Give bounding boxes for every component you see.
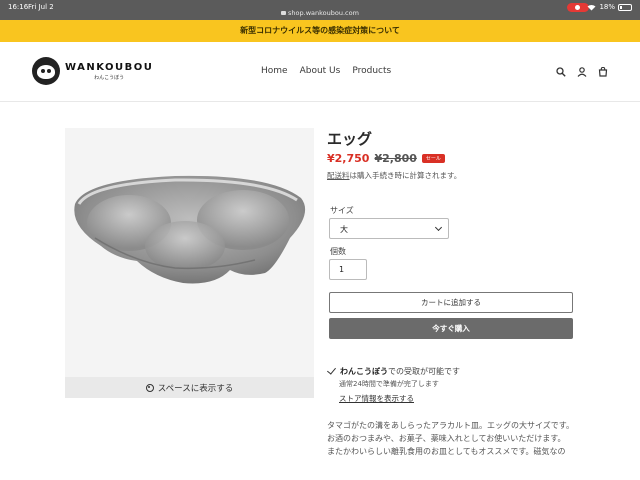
- logo-subtitle: わんこうぼう: [94, 74, 125, 81]
- product-description: タマゴがたの溝をあしらったアラカルト皿。エッグの大サイズです。 お酒のおつまみや…: [327, 419, 577, 458]
- product-image[interactable]: [65, 128, 314, 378]
- status-bar: 16:16 Fri Jul 2 shop.wankoubou.com 18%: [0, 0, 640, 20]
- shipping-text: は購入手続き時に計算されます。: [349, 171, 462, 180]
- sale-price: ¥2,750: [327, 152, 370, 165]
- product-title: エッグ: [327, 130, 373, 148]
- description-line: タマゴがたの溝をあしらったアラカルト皿。エッグの大サイズです。: [327, 421, 574, 430]
- description-line: またかわいらしい離乳食用のお皿としてもオススメです。磁気なの: [327, 447, 566, 456]
- nav-products[interactable]: Products: [352, 66, 391, 76]
- battery-percent: 18%: [599, 3, 615, 11]
- sale-badge: セール: [421, 154, 445, 163]
- search-icon[interactable]: [556, 67, 566, 77]
- nav-home[interactable]: Home: [261, 66, 288, 76]
- buy-now-button[interactable]: 今すぐ購入: [329, 318, 573, 339]
- price-row: ¥2,750 ¥2,800 セール: [327, 152, 445, 165]
- view-in-space-label: スペースに表示する: [157, 383, 234, 394]
- address-url[interactable]: shop.wankoubou.com: [0, 9, 640, 17]
- announcement-bar[interactable]: 新型コロナウイルス等の感染症対策について: [0, 20, 640, 42]
- status-right: 18%: [587, 3, 632, 11]
- wifi-icon: [587, 4, 596, 10]
- add-to-cart-button[interactable]: カートに追加する: [329, 292, 573, 313]
- main-nav: Home About Us Products: [261, 66, 391, 76]
- battery-icon: [618, 3, 632, 11]
- nav-about-us[interactable]: About Us: [300, 66, 341, 76]
- header-icons: [556, 67, 608, 77]
- pickup-store: わんこうぼう: [340, 367, 388, 376]
- size-value: 大: [340, 225, 348, 234]
- shipping-link[interactable]: 配送料: [327, 171, 350, 180]
- ar-cube-icon: [145, 383, 154, 392]
- shipping-note: 配送料は購入手続き時に計算されます。: [327, 170, 461, 181]
- view-in-space-button[interactable]: スペースに表示する: [65, 377, 314, 398]
- egg-plate-image: [74, 175, 306, 284]
- site-header: WANKOUBOU わんこうぼう Home About Us Products: [0, 42, 640, 102]
- cart-icon[interactable]: [598, 67, 608, 77]
- screen-record-icon: [567, 3, 589, 12]
- chevron-down-icon: [434, 223, 443, 232]
- logo-name: WANKOUBOU: [65, 61, 154, 73]
- lock-icon: [281, 11, 287, 15]
- pickup-status: での受取が可能です: [388, 367, 460, 376]
- original-price: ¥2,800: [374, 152, 417, 165]
- pickup-time-note: 通常24時間で準備が完了します: [339, 380, 439, 388]
- description-line: お酒のおつまみや、お菓子、薬味入れとしてお使いいただけます。: [327, 434, 566, 443]
- quantity-input[interactable]: 1: [329, 259, 367, 280]
- size-select[interactable]: 大: [329, 218, 449, 239]
- store-info-link[interactable]: ストア情報を表示する: [339, 393, 414, 404]
- quantity-label: 個数: [330, 247, 346, 256]
- check-icon: [327, 365, 336, 375]
- size-label: サイズ: [330, 206, 354, 215]
- site-logo[interactable]: WANKOUBOU わんこうぼう: [32, 57, 153, 85]
- account-icon[interactable]: [577, 67, 587, 77]
- dog-logo-icon: [32, 57, 60, 85]
